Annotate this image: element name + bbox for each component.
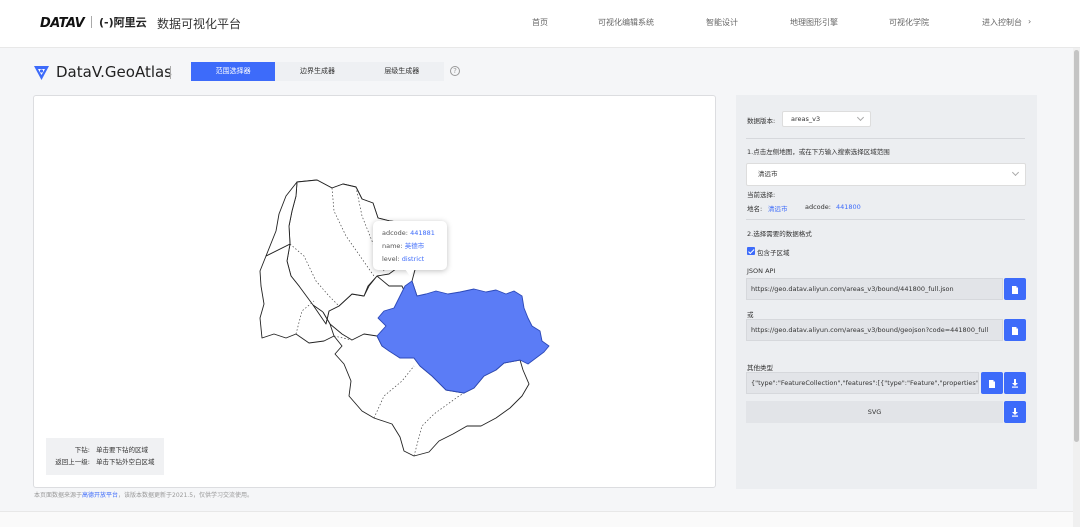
datav-logo[interactable]: DATAV (40, 16, 85, 31)
or-label: 或 (747, 311, 754, 319)
nav-geo-engine[interactable]: 地理图形引擎 (790, 17, 838, 28)
current-selection-label: 当前选择: (747, 191, 776, 199)
tooltip-pointer (405, 269, 415, 276)
tooltip-level-key: level: (382, 255, 400, 263)
adcode-label: adcode: (805, 203, 831, 211)
copy-geojson-url-button[interactable] (1004, 319, 1026, 341)
footnote-prefix: 本页面数据来源于 (34, 492, 83, 499)
place-value: 清远市 (768, 205, 788, 213)
other-types-label: 其他类型 (747, 364, 773, 372)
nav-console[interactable]: 进入控制台 (982, 17, 1022, 28)
legend-key: 下钻: (74, 446, 90, 454)
adcode-value: 441800 (836, 203, 861, 211)
footnote-suffix: ，该版本数据更新于2021.5，仅供学习交流使用。 (118, 492, 254, 499)
copy-icon (989, 380, 995, 388)
geojson-preview-field[interactable]: {"type":"FeatureCollection","features":[… (746, 372, 979, 394)
tooltip-level-value: district (401, 255, 425, 263)
platform-title: 数据可视化平台 (157, 17, 242, 31)
download-geojson-button[interactable] (1004, 372, 1026, 394)
legend-key: 返回上一级: (55, 458, 90, 466)
nav-visual-editor[interactable]: 可视化编辑系统 (598, 17, 654, 28)
legend-value: 单击下钻外空白区域 (96, 458, 155, 466)
step1-instruction: 1.点击左侧地图，或在下方输入搜索选择区域范围 (747, 148, 890, 156)
aliyun-logo[interactable]: (-)阿里云 (99, 14, 147, 30)
copy-icon (1012, 327, 1018, 335)
tab-hierarchy-generator[interactable]: 层级生成器 (360, 62, 444, 81)
tooltip-adcode-key: adcode: (382, 229, 408, 237)
legend-row: 返回上一级: 单击下钻外空白区域 (46, 456, 164, 468)
legend-row: 下钻: 单击要下钻的区域 (46, 444, 164, 456)
place-label: 地名: (747, 205, 763, 213)
product-name: DataV.GeoAtlas (56, 63, 172, 81)
step2-instruction: 2.选择需要的数据格式 (747, 230, 812, 238)
divider (746, 219, 1025, 220)
region-search-select[interactable]: 清远市 (746, 163, 1026, 186)
product-separator (170, 66, 171, 79)
page-footer-strip (0, 511, 1080, 527)
nav-academy[interactable]: 可视化学院 (889, 17, 929, 28)
divider (746, 138, 1025, 139)
chevron-right-icon: › (1028, 17, 1032, 26)
scrollbar-thumb[interactable] (1074, 50, 1079, 442)
legend-value: 单击要下钻的区域 (96, 446, 148, 454)
region-tooltip: adcode: 441881 name: 英德市 level: district (373, 221, 447, 270)
json-api-url-field[interactable]: https://geo.datav.aliyun.com/areas_v3/bo… (746, 278, 1003, 300)
brand-separator (91, 16, 92, 28)
geojson-url-field[interactable]: https://geo.datav.aliyun.com/areas_v3/bo… (746, 319, 1003, 341)
data-source-footnote: 本页面数据来源于高德开放平台，该版本数据更新于2021.5，仅供学习交流使用。 (34, 490, 253, 499)
copy-json-api-button[interactable] (1004, 278, 1026, 300)
include-children-label: 包含子区域 (757, 249, 790, 257)
help-icon[interactable]: ? (450, 66, 460, 76)
download-svg-button[interactable] (1004, 401, 1026, 423)
download-icon (1012, 408, 1018, 417)
include-children-checkbox[interactable] (747, 247, 755, 255)
tool-tabs: 范围选择器 边界生成器 层级生成器 (191, 62, 444, 81)
region-map[interactable] (34, 96, 717, 489)
nav-home[interactable]: 首页 (532, 17, 548, 28)
copy-geojson-button[interactable] (981, 372, 1003, 394)
nav-smart-design[interactable]: 智能设计 (706, 17, 738, 28)
tooltip-name-key: name: (382, 242, 403, 250)
download-icon (1012, 379, 1018, 388)
svg-export-field[interactable]: SVG (746, 401, 1003, 423)
tab-boundary-generator[interactable]: 边界生成器 (275, 62, 359, 81)
map-legend: 下钻: 单击要下钻的区域 返回上一级: 单击下钻外空白区域 (46, 438, 164, 475)
amap-link[interactable]: 高德开放平台 (82, 492, 118, 499)
tooltip-name-value: 英德市 (404, 242, 425, 250)
tab-range-selector[interactable]: 范围选择器 (191, 62, 276, 81)
version-label: 数据版本: (747, 117, 776, 125)
datav-geoatlas-logo-icon (34, 66, 49, 80)
json-api-label: JSON API (747, 267, 776, 275)
map-panel[interactable] (33, 95, 716, 488)
tooltip-adcode-value: 441881 (410, 229, 435, 237)
copy-icon (1012, 286, 1018, 294)
